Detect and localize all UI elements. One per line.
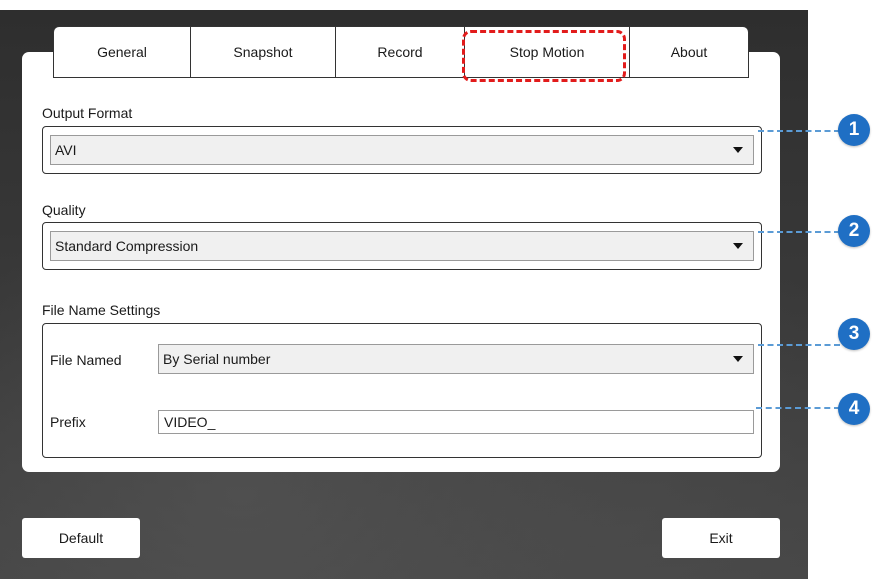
- callout-2-badge: 2: [838, 215, 870, 247]
- file-named-select[interactable]: By Serial number: [158, 344, 754, 374]
- callout-3-badge: 3: [838, 318, 870, 350]
- callout-4-line: [756, 407, 840, 409]
- file-name-settings-group: File Named By Serial number Prefix VIDEO…: [42, 323, 762, 458]
- output-format-label: Output Format: [42, 105, 133, 121]
- prefix-input[interactable]: VIDEO_: [158, 410, 754, 434]
- quality-group: Standard Compression: [42, 222, 762, 270]
- file-name-settings-label: File Name Settings: [42, 302, 161, 318]
- prefix-label: Prefix: [50, 414, 86, 430]
- tab-general[interactable]: General: [54, 27, 191, 77]
- callout-1-badge: 1: [838, 114, 870, 146]
- callout-2-line: [758, 231, 840, 233]
- file-named-label: File Named: [50, 352, 122, 368]
- chevron-down-icon: [733, 243, 743, 249]
- chevron-down-icon: [733, 147, 743, 153]
- output-format-value: AVI: [55, 142, 77, 158]
- tab-snapshot[interactable]: Snapshot: [191, 27, 336, 77]
- chevron-down-icon: [733, 356, 743, 362]
- default-button[interactable]: Default: [22, 518, 140, 558]
- tab-record[interactable]: Record: [336, 27, 465, 77]
- file-named-value: By Serial number: [163, 351, 271, 367]
- exit-button[interactable]: Exit: [662, 518, 780, 558]
- callout-4-badge: 4: [838, 393, 870, 425]
- callout-1-line: [758, 130, 840, 132]
- output-format-select[interactable]: AVI: [50, 135, 754, 165]
- quality-label: Quality: [42, 202, 86, 218]
- tab-bar: General Snapshot Record Stop Motion Abou…: [53, 26, 749, 78]
- quality-value: Standard Compression: [55, 238, 199, 254]
- quality-select[interactable]: Standard Compression: [50, 231, 754, 261]
- output-format-group: AVI: [42, 126, 762, 174]
- callout-3-line: [758, 344, 840, 346]
- tab-stop-motion[interactable]: Stop Motion: [465, 27, 630, 77]
- tab-about[interactable]: About: [630, 27, 748, 77]
